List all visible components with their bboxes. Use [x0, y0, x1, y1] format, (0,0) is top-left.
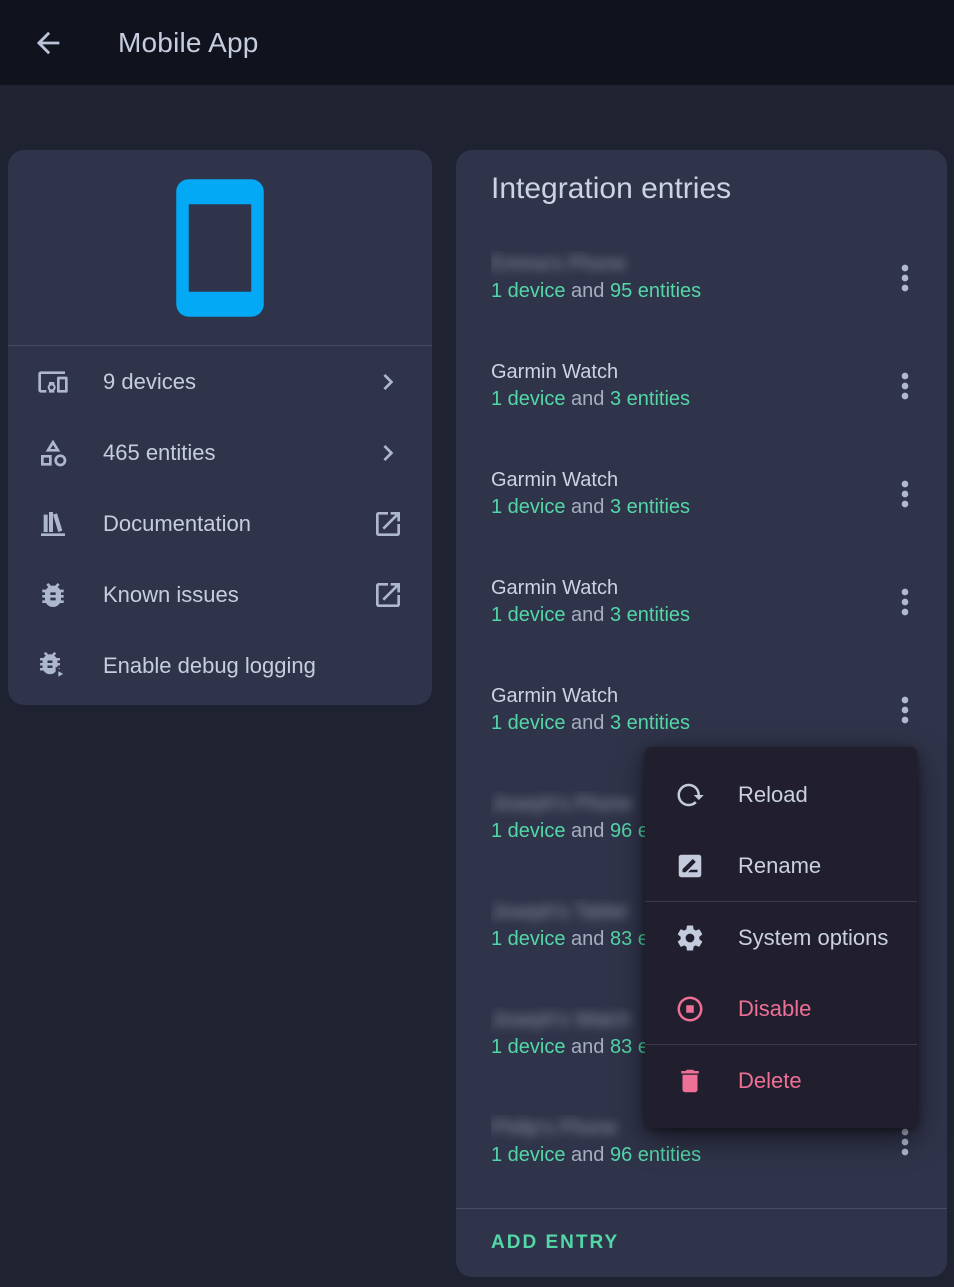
entry-subtitle: 1 device and 96 entities — [491, 1142, 881, 1169]
entry-subtitle-and: and — [566, 1036, 610, 1058]
entry-device-link[interactable]: 1 device — [491, 712, 566, 734]
context-menu-item-label: System options — [738, 925, 888, 951]
entry-name: Garmin Watch — [491, 469, 618, 491]
info-card-item-9-devices[interactable]: 9 devices — [8, 346, 432, 417]
info-item-label: 9 devices — [103, 369, 372, 395]
entry-device-link[interactable]: 1 device — [491, 388, 566, 410]
reload-icon — [675, 780, 705, 810]
entry-name: Garmin Watch — [491, 361, 618, 383]
gear-icon — [675, 923, 705, 953]
integration-entry-row: Garmin Watch 1 device and 3 entities — [456, 548, 947, 656]
entry-subtitle: 1 device and 3 entities — [491, 494, 881, 521]
context-menu-item-rename[interactable]: Rename — [645, 830, 917, 901]
info-card-item-enable-debug-logging[interactable]: Enable debug logging — [8, 630, 432, 701]
cellphone-icon — [145, 173, 295, 323]
entry-menu-button[interactable] — [881, 362, 929, 410]
integration-entry-row: Garmin Watch 1 device and 3 entities — [456, 440, 947, 548]
shapes-icon — [37, 437, 69, 469]
integration-hero — [8, 150, 432, 345]
entry-device-link[interactable]: 1 device — [491, 496, 566, 518]
entry-device-link[interactable]: 1 device — [491, 280, 566, 302]
entry-menu-button[interactable] — [881, 254, 929, 302]
entry-device-link[interactable]: 1 device — [491, 928, 566, 950]
context-menu-item-delete[interactable]: Delete — [645, 1045, 917, 1116]
rename-box-icon — [675, 851, 705, 881]
entry-name: Garmin Watch — [491, 685, 618, 707]
add-entry-button[interactable]: ADD ENTRY — [491, 1209, 619, 1277]
entry-name: Garmin Watch — [491, 577, 618, 599]
info-item-label: Documentation — [103, 511, 372, 537]
page-title: Mobile App — [118, 27, 259, 59]
entry-name: Emma's Phone — [491, 251, 626, 278]
entry-entities-link[interactable]: 3 entities — [610, 496, 690, 518]
entry-name: Philip's Phone — [491, 1115, 617, 1142]
entry-subtitle-and: and — [566, 712, 610, 734]
entry-device-link[interactable]: 1 device — [491, 1036, 566, 1058]
entry-menu-button[interactable] — [881, 686, 929, 734]
entry-subtitle: 1 device and 3 entities — [491, 386, 881, 413]
info-item-label: Known issues — [103, 582, 372, 608]
back-button[interactable] — [28, 23, 68, 63]
info-card-item-465-entities[interactable]: 465 entities — [8, 417, 432, 488]
devices-icon — [37, 366, 69, 398]
info-card-item-known-issues[interactable]: Known issues — [8, 559, 432, 630]
open-in-new-icon — [372, 508, 404, 540]
arrow-left-icon — [31, 26, 65, 60]
entry-entities-link[interactable]: 3 entities — [610, 604, 690, 626]
chevron-right-icon — [372, 366, 404, 398]
stop-circle-icon — [675, 994, 705, 1024]
info-item-label: 465 entities — [103, 440, 372, 466]
entry-subtitle: 1 device and 95 entities — [491, 278, 881, 305]
entries-title: Integration entries — [491, 172, 731, 206]
integration-entry-row: Emma's Phone 1 device and 95 entities — [456, 224, 947, 332]
info-item-label: Enable debug logging — [103, 653, 404, 679]
entry-entities-link[interactable]: 95 entities — [610, 280, 701, 302]
integration-info-card: 9 devices 465 entities Documentation Kno… — [8, 150, 432, 705]
bookshelf-icon — [37, 508, 69, 540]
app-header: Mobile App — [0, 0, 954, 85]
entry-device-link[interactable]: 1 device — [491, 1144, 566, 1166]
entry-subtitle: 1 device and 3 entities — [491, 710, 881, 737]
entry-name: Joseph's Watch — [491, 1007, 631, 1034]
dots-vertical-icon — [885, 690, 925, 730]
entry-name: Joseph's Tablet — [491, 899, 628, 926]
dots-vertical-icon — [885, 366, 925, 406]
dots-vertical-icon — [885, 1122, 925, 1162]
entry-subtitle-and: and — [566, 388, 610, 410]
dots-vertical-icon — [885, 582, 925, 622]
context-menu-item-label: Disable — [738, 996, 811, 1022]
integration-entry-row: Garmin Watch 1 device and 3 entities — [456, 332, 947, 440]
entry-subtitle-and: and — [566, 1144, 610, 1166]
bug-icon — [37, 579, 69, 611]
entry-name: Joseph's Phone — [491, 791, 633, 818]
entry-menu-button[interactable] — [881, 470, 929, 518]
context-menu-item-label: Reload — [738, 782, 808, 808]
context-menu-item-reload[interactable]: Reload — [645, 759, 917, 830]
entry-subtitle-and: and — [566, 604, 610, 626]
entry-subtitle-and: and — [566, 820, 610, 842]
entry-context-menu: Reload Rename System options Disable Del… — [645, 747, 917, 1128]
entry-subtitle: 1 device and 3 entities — [491, 602, 881, 629]
entry-device-link[interactable]: 1 device — [491, 604, 566, 626]
entry-device-link[interactable]: 1 device — [491, 820, 566, 842]
entry-menu-button[interactable] — [881, 578, 929, 626]
entry-subtitle-and: and — [566, 280, 610, 302]
open-in-new-icon — [372, 579, 404, 611]
context-menu-item-label: Rename — [738, 853, 821, 879]
info-link-list: 9 devices 465 entities Documentation Kno… — [8, 346, 432, 701]
entry-entities-link[interactable]: 3 entities — [610, 712, 690, 734]
chevron-right-icon — [372, 437, 404, 469]
info-card-item-documentation[interactable]: Documentation — [8, 488, 432, 559]
entry-entities-link[interactable]: 96 entities — [610, 1144, 701, 1166]
context-menu-item-system-options[interactable]: System options — [645, 902, 917, 973]
entry-subtitle-and: and — [566, 928, 610, 950]
context-menu-item-disable[interactable]: Disable — [645, 973, 917, 1044]
context-menu-item-label: Delete — [738, 1068, 802, 1094]
bug-play-icon — [37, 650, 69, 682]
entry-entities-link[interactable]: 3 entities — [610, 388, 690, 410]
entry-subtitle-and: and — [566, 496, 610, 518]
dots-vertical-icon — [885, 258, 925, 298]
trash-icon — [675, 1066, 705, 1096]
dots-vertical-icon — [885, 474, 925, 514]
